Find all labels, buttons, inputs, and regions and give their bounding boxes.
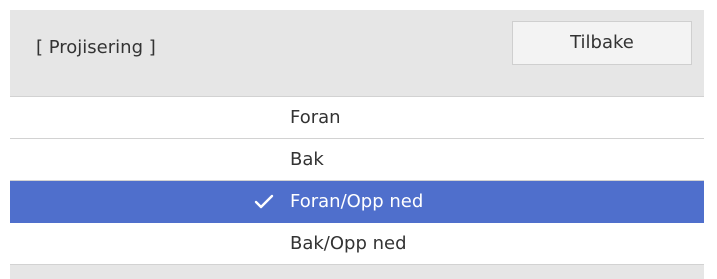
option-bak-opp-ned[interactable]: Bak/Opp ned	[10, 223, 704, 265]
option-label: Foran/Opp ned	[290, 191, 424, 212]
footer-strip	[10, 265, 704, 279]
page-title: [ Projisering ]	[36, 37, 156, 58]
option-foran-opp-ned[interactable]: Foran/Opp ned	[10, 181, 704, 223]
option-label: Bak	[290, 149, 324, 170]
option-bak[interactable]: Bak	[10, 139, 704, 181]
back-button[interactable]: Tilbake	[512, 21, 692, 65]
checkmark-icon	[254, 194, 274, 209]
option-label: Foran	[290, 107, 341, 128]
option-foran[interactable]: Foran	[10, 97, 704, 139]
menu-header: [ Projisering ] Tilbake	[10, 10, 704, 96]
projection-menu-panel: [ Projisering ] Tilbake Foran Bak Foran/…	[10, 10, 704, 279]
option-label: Bak/Opp ned	[290, 233, 407, 254]
